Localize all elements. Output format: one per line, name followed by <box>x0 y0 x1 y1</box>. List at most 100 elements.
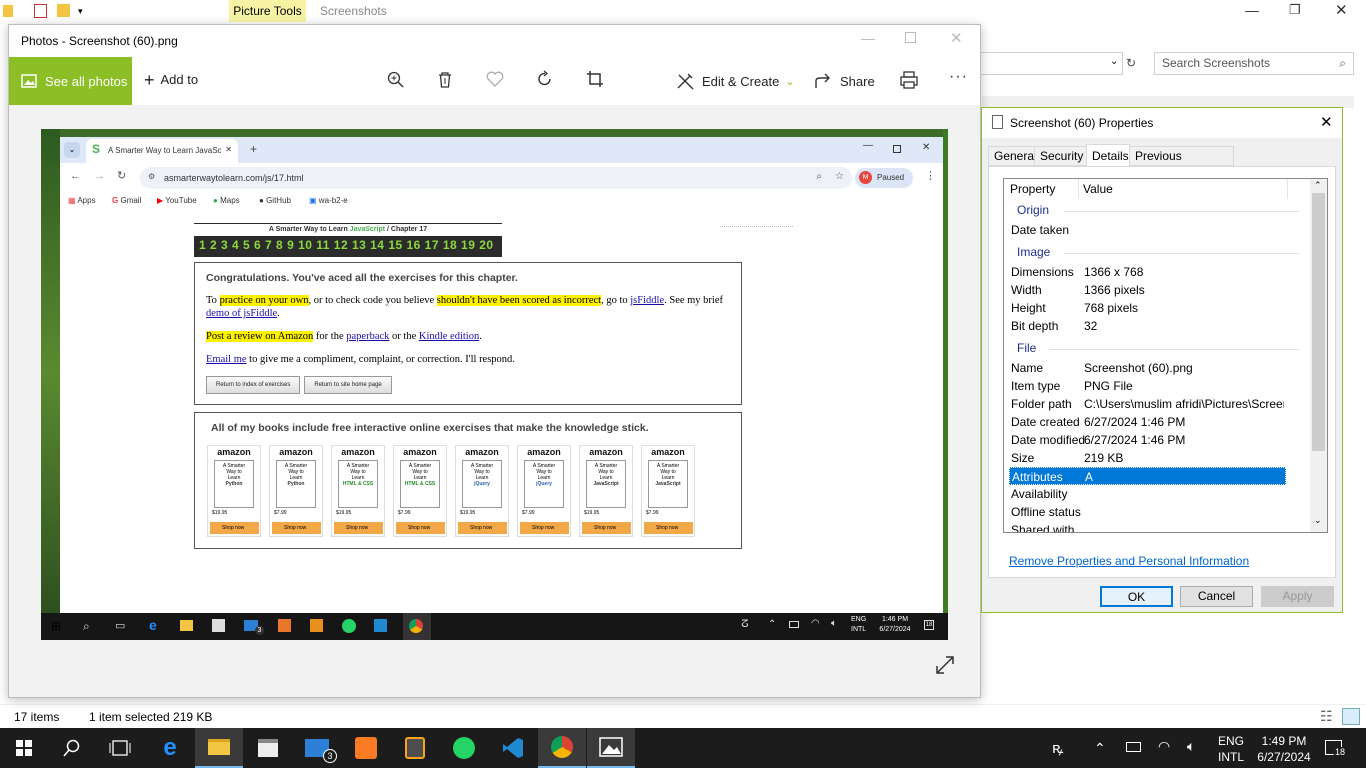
column-value[interactable]: Value <box>1083 179 1288 199</box>
chevron-down-icon[interactable]: ▾ <box>78 6 83 17</box>
scroll-up-icon[interactable]: ⌃ <box>1314 180 1322 191</box>
shop-now-button[interactable]: Shop now <box>396 522 445 534</box>
email-link[interactable]: Email me <box>206 354 247 365</box>
properties-icon[interactable] <box>34 4 47 18</box>
row-offline-status[interactable]: Offline status <box>1009 503 1286 521</box>
browser-close-icon[interactable]: ✕ <box>922 142 930 153</box>
clock[interactable]: 1:49 PM 6/27/2024 <box>1254 733 1314 765</box>
browser-maximize-icon[interactable] <box>893 145 901 153</box>
address-bar[interactable] <box>980 52 1123 75</box>
jsfiddle-link[interactable]: jsFiddle <box>630 295 664 306</box>
details-view-icon[interactable]: ☷ <box>1320 708 1333 725</box>
wifi-icon[interactable]: ◠ <box>1158 738 1170 755</box>
zoom-icon[interactable] <box>387 71 405 89</box>
scroll-thumb[interactable] <box>1312 193 1325 451</box>
row-date-created[interactable]: Date created 6/27/2024 1:46 PM <box>1009 413 1286 431</box>
shop-now-button[interactable]: Shop now <box>458 522 507 534</box>
battery-icon[interactable] <box>1126 742 1141 752</box>
search-input[interactable]: Search Screenshots ⌕ <box>1154 52 1354 75</box>
vertical-scrollbar[interactable]: ⌃ ⌄ <box>1310 179 1327 532</box>
bookmark-gmail[interactable]: G Gmail <box>112 196 141 205</box>
book-card[interactable]: amazon A Smarter Way to Learn Python $7.99 Sho… <box>269 445 323 537</box>
row-date-modified[interactable]: Date modified 6/27/2024 1:46 PM <box>1009 431 1286 449</box>
apply-button[interactable]: Apply <box>1261 586 1334 607</box>
refresh-icon[interactable]: ↻ <box>1126 56 1136 70</box>
remove-properties-link[interactable]: Remove Properties and Personal Informati… <box>1009 554 1249 568</box>
rotate-icon[interactable] <box>536 70 554 88</box>
fullscreen-icon[interactable] <box>935 655 955 675</box>
row-date-taken[interactable]: Date taken <box>1009 221 1286 239</box>
edge-button[interactable]: e <box>146 728 194 768</box>
bookmark-youtube[interactable]: ▶ YouTube <box>157 196 197 205</box>
properties-close-icon[interactable]: ✕ <box>1320 113 1333 131</box>
profile-paused-button[interactable]: M Paused <box>855 168 913 188</box>
store-button[interactable] <box>244 728 292 768</box>
book-card[interactable]: amazon A Smarter Way to Learn Python $19.95 Sh… <box>207 445 261 537</box>
photos-close-icon[interactable]: ✕ <box>950 29 963 47</box>
folder-icon[interactable] <box>3 5 13 17</box>
vscode-button[interactable] <box>489 728 537 768</box>
shop-now-button[interactable]: Shop now <box>334 522 383 534</box>
chapter-numbers[interactable]: 1 2 3 4 5 6 7 8 9 10 11 12 13 14 15 16 1… <box>199 238 494 252</box>
photos-maximize-icon[interactable] <box>905 32 916 43</box>
zoom-icon[interactable]: ⌕ <box>816 171 822 182</box>
favorite-icon[interactable] <box>486 71 504 87</box>
file-explorer-button[interactable] <box>195 728 243 768</box>
restore-icon[interactable]: ❐ <box>1289 2 1301 18</box>
row-width[interactable]: Width 1366 pixels <box>1009 281 1286 299</box>
row-height[interactable]: Height 768 pixels <box>1009 299 1286 317</box>
volume-icon[interactable]: 🔈︎ <box>1187 738 1195 755</box>
bookmark-maps[interactable]: ● Maps <box>213 196 240 205</box>
see-all-photos-button[interactable]: See all photos <box>9 57 132 105</box>
start-button[interactable] <box>0 728 48 768</box>
row-dimensions[interactable]: Dimensions 1366 x 768 <box>1009 263 1286 281</box>
return-home-button[interactable]: Return to site home page <box>304 376 392 394</box>
url-bar[interactable]: ⚙ asmarterwaytolearn.com/js/17.html ⌕ ☆ <box>140 167 852 189</box>
forward-icon[interactable]: → <box>94 170 105 182</box>
ok-button[interactable]: OK <box>1100 586 1173 607</box>
row-attributes[interactable]: Attributes A <box>1009 467 1286 485</box>
tab-security[interactable]: Security <box>1034 146 1087 166</box>
bookmark-github[interactable]: ● GitHub <box>259 196 291 205</box>
row-size[interactable]: Size 219 KB <box>1009 449 1286 467</box>
crop-icon[interactable] <box>586 70 604 88</box>
tab-previous-versions[interactable]: Previous Versions <box>1129 146 1234 181</box>
row-shared-with[interactable]: Shared with <box>1009 521 1286 532</box>
edit-create-button[interactable]: Edit & Create ⌄ <box>676 72 795 90</box>
row-bit-depth[interactable]: Bit depth 32 <box>1009 317 1286 335</box>
xampp-button[interactable] <box>342 728 390 768</box>
shop-now-button[interactable]: Shop now <box>520 522 569 534</box>
new-folder-icon[interactable] <box>57 4 70 17</box>
back-icon[interactable]: ← <box>70 170 81 182</box>
search-button[interactable] <box>48 728 96 768</box>
tab-general[interactable]: General <box>988 146 1037 166</box>
row-availability[interactable]: Availability <box>1009 485 1286 503</box>
task-view-button[interactable] <box>96 728 144 768</box>
scroll-down-icon[interactable]: ⌄ <box>1314 515 1322 526</box>
delete-icon[interactable] <box>437 71 453 89</box>
photos-button[interactable] <box>587 728 635 768</box>
add-to-button[interactable]: + Add to <box>144 71 198 89</box>
paperback-link[interactable]: paperback <box>346 331 389 342</box>
row-item-type[interactable]: Item type PNG File <box>1009 377 1286 395</box>
book-card[interactable]: amazon A Smarter Way to Learn JavaScript $7.9… <box>641 445 695 537</box>
book-card[interactable]: amazon A Smarter Way to Learn jQuery $7.99 Sho… <box>517 445 571 537</box>
shop-now-button[interactable]: Shop now <box>582 522 631 534</box>
shop-now-button[interactable]: Shop now <box>272 522 321 534</box>
photos-minimize-icon[interactable]: — <box>861 30 875 46</box>
picture-tools-tab[interactable]: Picture Tools <box>229 0 306 22</box>
whatsapp-button[interactable] <box>440 728 488 768</box>
book-card[interactable]: amazon A Smarter Way to Learn jQuery $19.95 Sh… <box>455 445 509 537</box>
bookmark-star-icon[interactable]: ☆ <box>835 171 844 182</box>
book-card[interactable]: amazon A Smarter Way to Learn JavaScript $19.… <box>579 445 633 537</box>
column-property[interactable]: Property <box>1010 179 1079 199</box>
bookmark-wa[interactable]: ▣ wa-b2-e <box>309 196 348 205</box>
return-index-button[interactable]: Return to index of exercises <box>206 376 301 394</box>
book-card[interactable]: amazon A Smarter Way to Learn HTML & CSS $19.… <box>331 445 385 537</box>
photo-viewer-image[interactable]: ⌄ S A Smarter Way to Learn JavaSc ✕ + — … <box>41 129 948 640</box>
row-name[interactable]: Name Screenshot (60).png <box>1009 359 1286 377</box>
print-icon[interactable] <box>899 70 919 90</box>
address-chevron-icon[interactable]: ⌄ <box>1110 56 1118 67</box>
browser-tab[interactable]: S A Smarter Way to Learn JavaSc ✕ <box>86 139 238 163</box>
large-icons-view-icon[interactable] <box>1342 708 1360 725</box>
